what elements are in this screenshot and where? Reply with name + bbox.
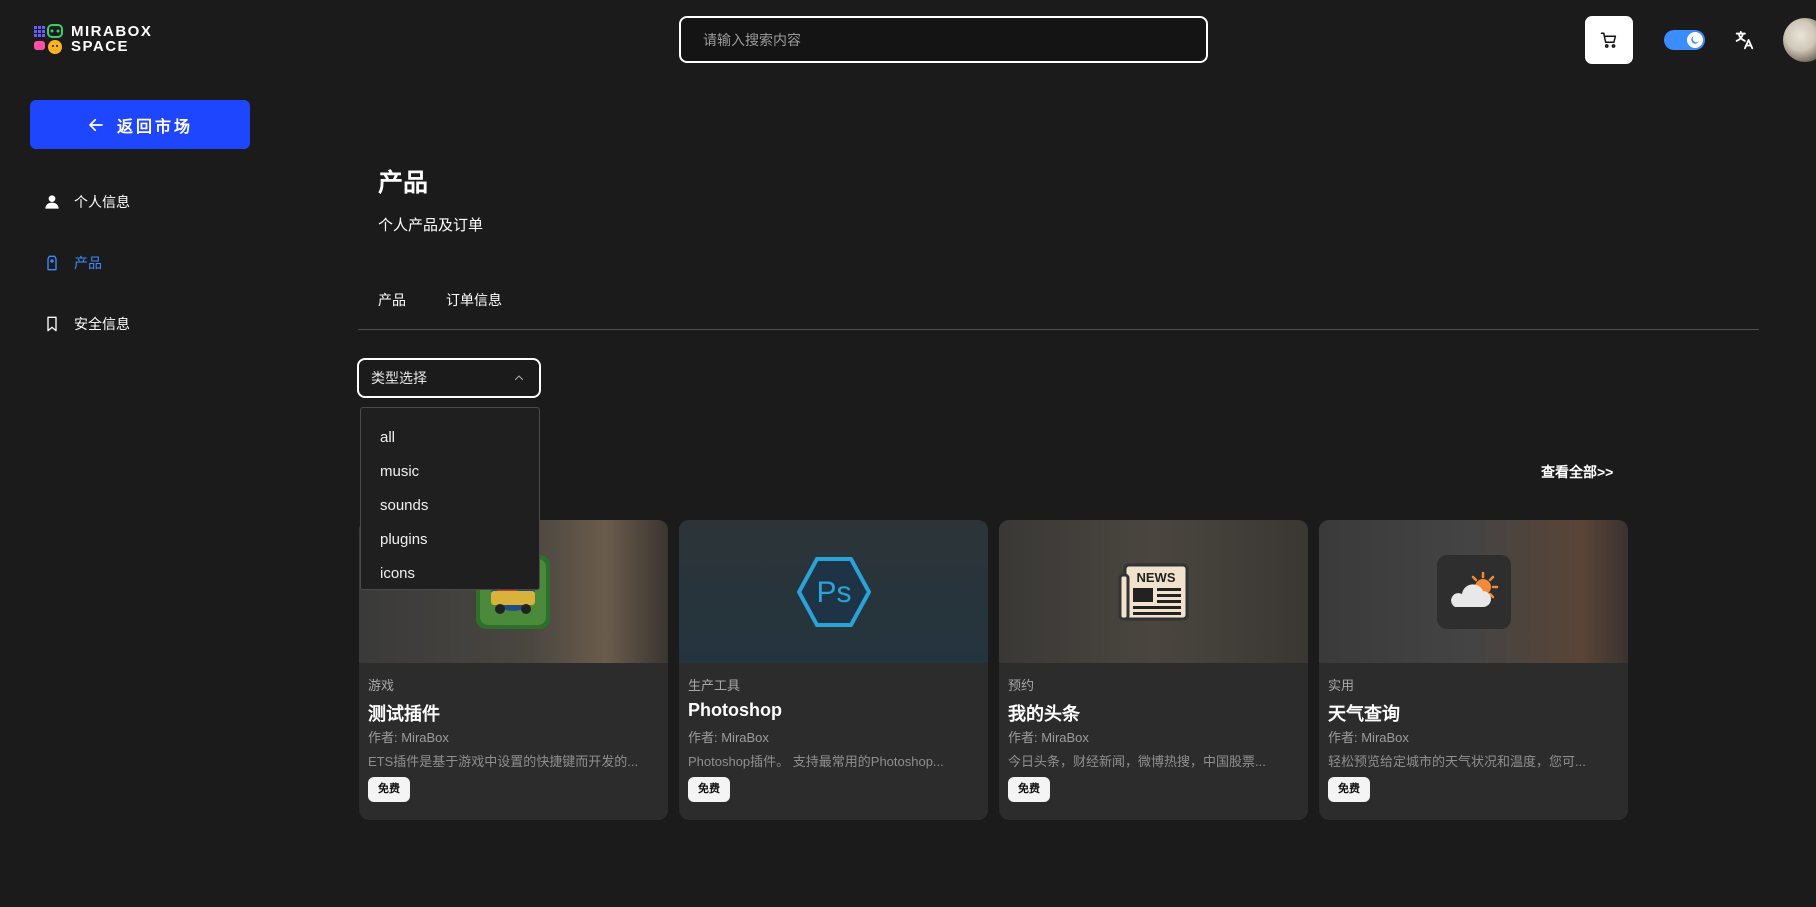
svg-text:NEWS: NEWS xyxy=(1137,570,1176,585)
back-to-market-label: 返回市场 xyxy=(116,118,193,136)
page-title: 产品 xyxy=(378,169,429,197)
price-badge: 免费 xyxy=(1008,777,1050,802)
cart-button[interactable] xyxy=(1585,16,1633,64)
product-card[interactable]: NEWS 预约 我的头条 作者: MiraBox 今日头条，财经新闻，微博热搜，… xyxy=(999,520,1308,820)
chevron-up-icon xyxy=(514,375,524,381)
type-select-placeholder: 类型选择 xyxy=(371,370,427,386)
dropdown-option-all[interactable]: all xyxy=(361,421,539,455)
card-title: 测试插件 xyxy=(368,704,440,724)
weather-icon xyxy=(1437,555,1511,629)
photoshop-icon: Ps xyxy=(796,555,872,629)
dropdown-option-icons[interactable]: icons xyxy=(361,557,539,591)
logo[interactable]: MIRABOX SPACE xyxy=(33,22,183,56)
card-title: Photoshop xyxy=(688,700,782,720)
card-title: 天气查询 xyxy=(1328,704,1400,724)
card-description: Photoshop插件。 支持最常用的Photoshop... xyxy=(688,754,944,769)
search-input[interactable] xyxy=(701,30,1185,49)
moon-icon xyxy=(1687,32,1703,48)
search-bar[interactable] xyxy=(679,16,1208,63)
card-author: 作者: MiraBox xyxy=(1008,730,1089,745)
tab-orders[interactable]: 订单信息 xyxy=(446,290,502,310)
card-category: 生产工具 xyxy=(688,678,741,693)
theme-toggle[interactable] xyxy=(1664,30,1705,50)
card-author: 作者: MiraBox xyxy=(688,730,769,745)
sidebar-item-label: 安全信息 xyxy=(74,316,130,332)
sidebar-item-products[interactable]: 产品 xyxy=(44,253,102,273)
price-badge: 免费 xyxy=(1328,777,1370,802)
svg-text:Ps: Ps xyxy=(816,576,851,609)
back-to-market-button[interactable]: 返回市场 xyxy=(30,100,250,149)
logo-text: MIRABOX SPACE xyxy=(71,24,152,54)
card-category: 游戏 xyxy=(368,678,395,693)
card-author: 作者: MiraBox xyxy=(1328,730,1409,745)
arrow-left-icon xyxy=(89,118,103,131)
type-dropdown-menu: all music sounds plugins icons xyxy=(360,407,540,590)
logo-line2: SPACE xyxy=(71,38,130,55)
view-all-link[interactable]: 查看全部>> xyxy=(1541,462,1613,482)
tabs-divider xyxy=(358,329,1759,330)
dropdown-option-plugins[interactable]: plugins xyxy=(361,523,539,557)
card-author: 作者: MiraBox xyxy=(368,730,449,745)
dropdown-option-music[interactable]: music xyxy=(361,455,539,489)
cart-icon xyxy=(1600,32,1617,48)
logo-line1: MIRABOX xyxy=(71,23,153,40)
avatar[interactable] xyxy=(1783,18,1816,62)
translate-icon[interactable] xyxy=(1733,29,1755,51)
news-icon: NEWS xyxy=(1117,555,1191,629)
card-description: ETS插件是基于游戏中设置的快捷键而开发的... xyxy=(368,754,639,769)
product-card[interactable]: 实用 天气查询 作者: MiraBox 轻松预览给定城市的天气状况和温度，您可.… xyxy=(1319,520,1628,820)
card-description: 今日头条，财经新闻，微博热搜，中国股票... xyxy=(1008,754,1266,769)
card-category: 预约 xyxy=(1008,678,1035,693)
sidebar-item-label: 个人信息 xyxy=(74,194,130,210)
sidebar-item-profile[interactable]: 个人信息 xyxy=(44,192,130,212)
price-badge: 免费 xyxy=(368,777,410,802)
sidebar-item-label: 产品 xyxy=(74,255,102,271)
tag-icon xyxy=(47,255,57,271)
user-icon xyxy=(45,195,59,209)
mirabox-logo-icon xyxy=(33,23,65,55)
type-select[interactable]: 类型选择 xyxy=(357,358,541,398)
page-subtitle: 个人产品及订单 xyxy=(378,217,484,234)
product-card[interactable]: Ps 生产工具 Photoshop 作者: MiraBox Photoshop插… xyxy=(679,520,988,820)
dropdown-option-sounds[interactable]: sounds xyxy=(361,489,539,523)
card-title: 我的头条 xyxy=(1008,704,1080,724)
price-badge: 免费 xyxy=(688,777,730,802)
bookmark-icon xyxy=(47,316,57,332)
card-category: 实用 xyxy=(1328,678,1355,693)
tab-products[interactable]: 产品 xyxy=(378,290,406,310)
card-description: 轻松预览给定城市的天气状况和温度，您可... xyxy=(1328,754,1586,769)
sidebar-item-security[interactable]: 安全信息 xyxy=(44,314,130,334)
